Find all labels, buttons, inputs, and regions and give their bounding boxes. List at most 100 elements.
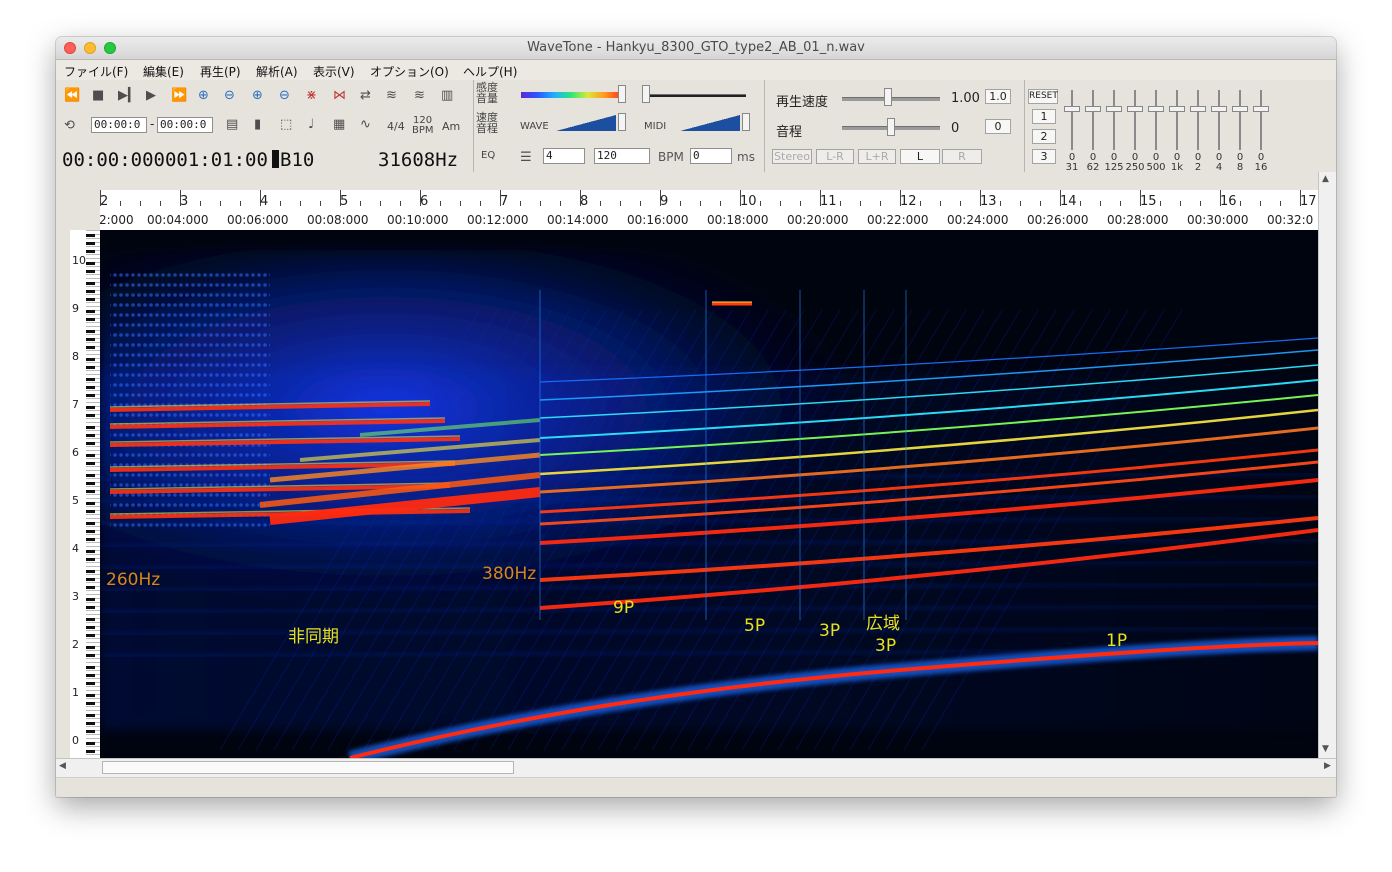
eq-preset-1-button[interactable]: 1 xyxy=(1032,109,1056,124)
eq-band-2[interactable]: 02 xyxy=(1188,90,1208,173)
menu-play[interactable]: 再生(P) xyxy=(200,63,241,80)
eq-band-250[interactable]: 0 250 xyxy=(1125,90,1145,173)
eq-band-4[interactable]: 04 xyxy=(1209,90,1229,173)
eq-knob[interactable] xyxy=(1085,106,1101,112)
play-icon[interactable]: ▶ xyxy=(146,88,156,104)
eq-preset-3-button[interactable]: 3 xyxy=(1032,149,1056,164)
eq-knob[interactable] xyxy=(1169,106,1185,112)
pause-play-icon[interactable]: ▶▎ xyxy=(118,88,138,104)
octave-label: 3 xyxy=(72,590,79,603)
tempo-input[interactable]: 120 xyxy=(594,148,650,164)
loop-icon[interactable]: ⟲ xyxy=(64,118,75,134)
eq-band-label: 4 xyxy=(1215,162,1223,173)
scroll-left-icon[interactable]: ◀ xyxy=(59,761,66,771)
time-signature-button[interactable]: 4/4 xyxy=(387,121,405,132)
eq-band-1k[interactable]: 0 1k xyxy=(1167,90,1187,173)
bar-number: 10 xyxy=(740,194,757,209)
piano-keyboard[interactable]: 10 9 8 7 6 5 4 3 2 1 0 xyxy=(70,230,100,758)
toolbar: ⏪ ■ ▶▎ ▶ ⏩ ⊕ ⊖ ⊕ ⊖ ⋇ ⋈ ⇄ ≋ ≋ ▥ ⟲ 00:00:0… xyxy=(56,80,1336,173)
eq-knob[interactable] xyxy=(1253,106,1269,112)
annotation-260hz: 260Hz xyxy=(106,570,161,590)
curve-icon[interactable]: ∿ xyxy=(360,117,371,133)
scroll-thumb[interactable] xyxy=(102,761,514,774)
pitch-reset-button[interactable]: 0 xyxy=(985,119,1011,134)
midi-slider[interactable] xyxy=(742,113,750,131)
scroll-right-icon[interactable]: ▶ xyxy=(1324,761,1331,771)
zoom-in-horizontal-icon[interactable]: ⊕ xyxy=(198,88,209,104)
zoom-out-horizontal-icon[interactable]: ⊖ xyxy=(224,88,235,104)
time-ruler[interactable]: 2 3 4 5 6 7 8 9 10 11 12 13 14 15 16 17 2:000 00:04:000 00… xyxy=(100,190,1318,231)
menu-file[interactable]: ファイル(F) xyxy=(64,63,128,80)
eq-band-125[interactable]: 0 125 xyxy=(1104,90,1124,173)
sensitivity-slider[interactable] xyxy=(618,85,626,103)
note-icon[interactable]: ♩ xyxy=(308,117,314,133)
grid-toggle-icon[interactable]: ▤ xyxy=(226,117,238,133)
chord-button[interactable]: Am xyxy=(442,121,460,132)
speed-slider[interactable] xyxy=(884,88,892,106)
book-icon[interactable]: ▥ xyxy=(441,88,453,104)
fast-forward-icon[interactable]: ⏩ xyxy=(171,88,187,104)
eq-band-label: 125 xyxy=(1104,162,1124,173)
vertical-scrollbar[interactable]: ▲ ▼ xyxy=(1318,172,1336,772)
marker-icon[interactable]: ▮ xyxy=(254,117,261,133)
channel-l-minus-r-button[interactable]: L-R xyxy=(816,149,854,164)
eq-knob[interactable] xyxy=(1211,106,1227,112)
waveform-alt-icon[interactable]: ≋ xyxy=(414,88,425,104)
menu-options[interactable]: オプション(O) xyxy=(370,63,449,80)
eq-knob[interactable] xyxy=(1190,106,1206,112)
eq-knob[interactable] xyxy=(1106,106,1122,112)
eq-knob[interactable] xyxy=(1232,106,1248,112)
volume-slider[interactable] xyxy=(642,85,650,103)
spectrogram[interactable]: 260Hz 380Hz 非同期 9P 5P 3P 広域 3P 1P xyxy=(100,230,1318,758)
annotation-wide-3p: 3P xyxy=(875,636,897,656)
eq-band-62[interactable]: 0 62 xyxy=(1083,90,1103,173)
menu-edit[interactable]: 編集(E) xyxy=(143,63,184,80)
start-time-input[interactable]: 00:00:0 xyxy=(91,117,147,133)
zoom-in-vertical-icon[interactable]: ⊕ xyxy=(252,88,263,104)
list-icon[interactable]: ☰ xyxy=(520,150,532,166)
swap-icon[interactable]: ⇄ xyxy=(360,88,371,104)
channel-r-button[interactable]: R xyxy=(942,149,982,164)
eq-knob[interactable] xyxy=(1148,106,1164,112)
table-icon[interactable]: ▦ xyxy=(333,117,345,133)
eq-knob[interactable] xyxy=(1127,106,1143,112)
eq-band-31[interactable]: 0 31 xyxy=(1062,90,1082,173)
pitch-slider[interactable] xyxy=(887,118,895,136)
app-window: WaveTone - Hankyu_8300_GTO_type2_AB_01_n… xyxy=(56,37,1336,797)
eq-band-label: 8 xyxy=(1236,162,1244,173)
octave-label: 6 xyxy=(72,446,79,459)
channel-l-button[interactable]: L xyxy=(900,149,940,164)
eq-band-500[interactable]: 0 500 xyxy=(1146,90,1166,173)
eq-band-16[interactable]: 0 16 xyxy=(1251,90,1271,173)
selection-icon[interactable]: ⬚ xyxy=(280,117,292,133)
speed-reset-button[interactable]: 1.0 xyxy=(985,89,1011,104)
menu-view[interactable]: 表示(V) xyxy=(313,63,355,80)
rewind-icon[interactable]: ⏪ xyxy=(64,88,80,104)
end-time-input[interactable]: 00:00:0 xyxy=(157,117,213,133)
horizontal-scrollbar[interactable]: ◀ ▶ xyxy=(56,758,1336,777)
bar-number: 9 xyxy=(660,194,669,209)
bar-number: 2 xyxy=(100,194,109,209)
eq-band-8[interactable]: 08 xyxy=(1230,90,1250,173)
wave-slider[interactable] xyxy=(618,113,626,131)
menu-help[interactable]: ヘルプ(H) xyxy=(463,63,517,80)
eq-preset-2-button[interactable]: 2 xyxy=(1032,129,1056,144)
stop-icon[interactable]: ■ xyxy=(92,88,104,104)
eq-band-label: 500 xyxy=(1146,162,1166,173)
offset-ms-input[interactable]: 0 xyxy=(690,148,732,164)
octave-label: 5 xyxy=(72,494,79,507)
beats-input[interactable]: 4 xyxy=(543,148,585,164)
channel-l-plus-r-button[interactable]: L+R xyxy=(858,149,896,164)
waveform-icon[interactable]: ≋ xyxy=(386,88,397,104)
eq-knob[interactable] xyxy=(1064,106,1080,112)
octave-label: 8 xyxy=(72,350,79,363)
scroll-down-icon[interactable]: ▼ xyxy=(1322,744,1329,754)
eq-reset-button[interactable]: RESET xyxy=(1028,89,1058,104)
expand-icon[interactable]: ⋇ xyxy=(306,88,317,104)
zoom-out-vertical-icon[interactable]: ⊖ xyxy=(279,88,290,104)
contract-icon[interactable]: ⋈ xyxy=(333,88,346,104)
midi-label: MIDI xyxy=(644,121,667,132)
menu-analyze[interactable]: 解析(A) xyxy=(256,63,298,80)
scroll-up-icon[interactable]: ▲ xyxy=(1322,174,1329,184)
channel-stereo-button[interactable]: Stereo xyxy=(772,149,812,164)
